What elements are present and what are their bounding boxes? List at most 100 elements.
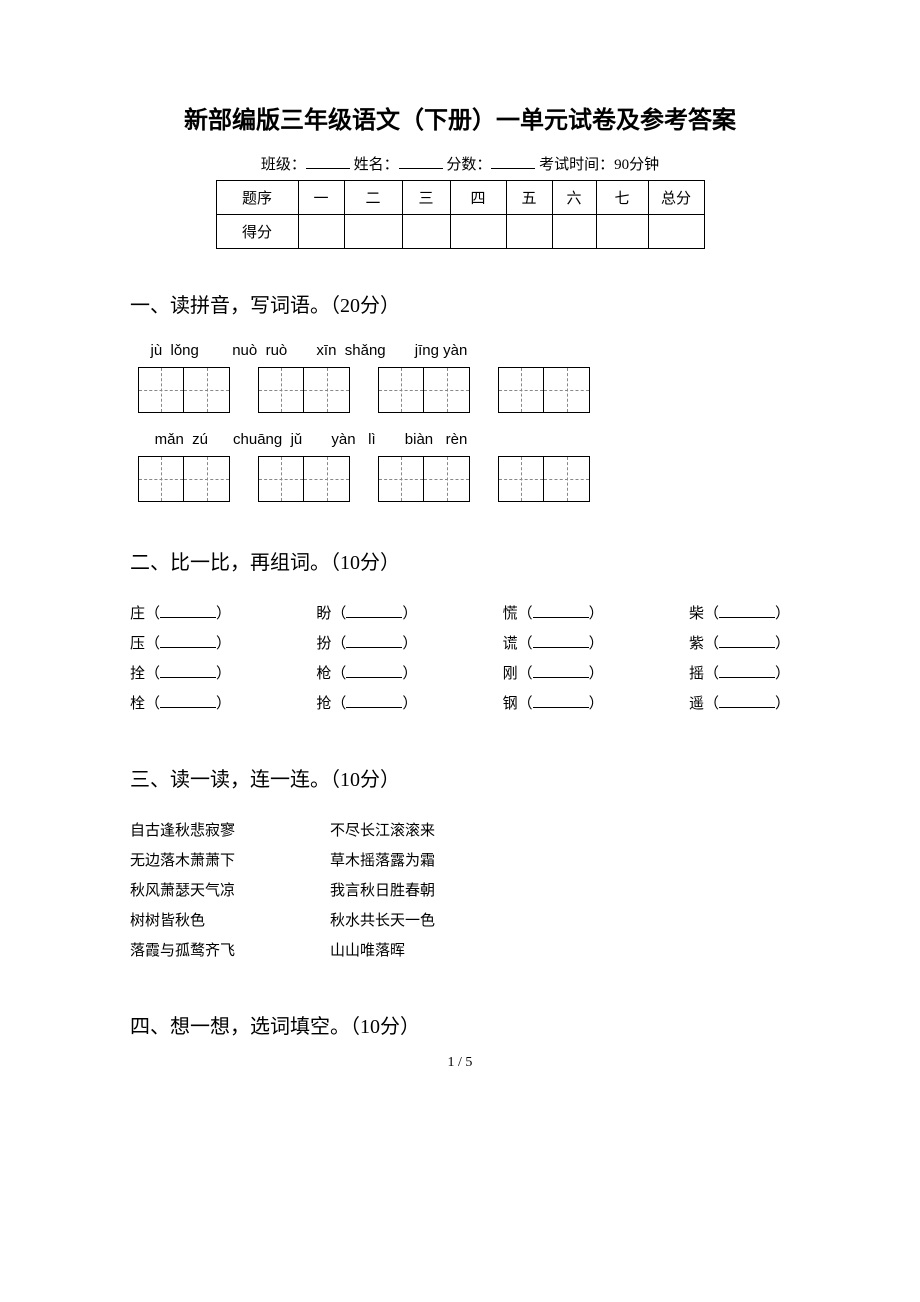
char-box-pair[interactable] [258,456,350,502]
match-left: 秋风萧瑟天气凉 [130,876,330,906]
fill-blank[interactable] [160,634,216,648]
match-right: 秋水共长天一色 [330,906,435,936]
close-paren: ） [402,606,417,622]
close-paren: ） [216,666,231,682]
section-heading: 一、读拼音，写词语。（20分） [130,289,790,318]
score-cell[interactable] [344,215,402,249]
compare-item: 抢（） [316,689,417,719]
meta-row: 班级： 姓名： 分数： 考试时间：90分钟 [130,153,790,174]
col-header: 总分 [648,181,704,215]
col-header: 五 [506,181,552,215]
name-blank[interactable] [399,155,443,169]
score-cell[interactable] [450,215,506,249]
score-cell[interactable] [298,215,344,249]
close-paren: ） [216,606,231,622]
char-box-pair[interactable] [378,456,470,502]
score-cell[interactable] [648,215,704,249]
score-label: 分数： [446,157,491,173]
section-3: 三、读一读，连一连。（10分） 自古逢秋悲寂寥不尽长江滚滚来无边落木萧萧下草木摇… [130,763,790,966]
close-paren: ） [589,666,604,682]
page-number: 1 / 5 [130,1055,790,1071]
char-label: 压（ [130,636,160,652]
compare-grid: 庄（）盼（）慌（）柴（）压（）扮（）谎（）紫（）拴（）枪（）刚（）摇（）栓（）抢… [130,599,790,719]
section-2: 二、比一比，再组词。（10分） 庄（）盼（）慌（）柴（）压（）扮（）谎（）紫（）… [130,546,790,719]
fill-blank[interactable] [719,604,775,618]
match-left: 落霞与孤鹜齐飞 [130,936,330,966]
fill-blank[interactable] [533,694,589,708]
char-label: 柴（ [689,606,719,622]
char-label: 枪（ [316,666,346,682]
fill-blank[interactable] [160,694,216,708]
close-paren: ） [775,636,790,652]
score-cell[interactable] [506,215,552,249]
section-1: 一、读拼音，写词语。（20分） jù lǒng nuò ruò xīn shǎn… [130,289,790,502]
close-paren: ） [402,666,417,682]
compare-item: 庄（） [130,599,231,629]
compare-item: 栓（ ） [130,689,231,719]
char-label: 栓（ [130,696,160,712]
match-left: 树树皆秋色 [130,906,330,936]
row-label-2: 得分 [216,215,298,249]
match-row: 无边落木萧萧下草木摇落露为霜 [130,846,790,876]
score-cell[interactable] [596,215,648,249]
score-cell[interactable] [402,215,450,249]
char-boxes-row [138,456,790,502]
char-label: 摇（ [689,666,719,682]
fill-blank[interactable] [346,664,402,678]
char-box-pair[interactable] [378,367,470,413]
fill-blank[interactable] [719,694,775,708]
match-left: 无边落木萧萧下 [130,846,330,876]
fill-blank[interactable] [719,634,775,648]
close-paren: ） [216,696,231,712]
col-header: 二 [344,181,402,215]
pinyin-row-1: jù lǒng nuò ruò xīn shǎng jīng yàn [138,342,790,359]
compare-item: 扮（） [316,629,417,659]
close-paren: ） [775,666,790,682]
char-box-pair[interactable] [498,367,590,413]
compare-item: 摇（ ） [689,659,790,689]
compare-item: 刚（） [503,659,604,689]
compare-item: 柴（） [689,599,790,629]
fill-blank[interactable] [533,664,589,678]
compare-item: 谎（） [503,629,604,659]
close-paren: ） [216,636,231,652]
match-right: 不尽长江滚滚来 [330,816,435,846]
section-heading: 三、读一读，连一连。（10分） [130,763,790,792]
fill-blank[interactable] [533,634,589,648]
char-box-pair[interactable] [258,367,350,413]
class-blank[interactable] [306,155,350,169]
fill-blank[interactable] [160,604,216,618]
compare-item: 紫（ ） [689,629,790,659]
fill-blank[interactable] [533,604,589,618]
pinyin-row-2: mǎn zú chuāng jǔ yàn lì biàn rèn [138,431,790,448]
char-box-pair[interactable] [138,456,230,502]
compare-item: 慌（） [503,599,604,629]
time-label: 考试时间：90分钟 [539,157,659,173]
close-paren: ） [589,636,604,652]
fill-blank[interactable] [719,664,775,678]
match-row: 落霞与孤鹜齐飞山山唯落晖 [130,936,790,966]
score-blank[interactable] [491,155,535,169]
table-row: 得分 [216,215,704,249]
fill-blank[interactable] [346,694,402,708]
char-label: 钢（ [503,696,533,712]
close-paren: ） [589,606,604,622]
match-right: 我言秋日胜春朝 [330,876,435,906]
document-title: 新部编版三年级语文（下册）一单元试卷及参考答案 [130,100,790,135]
char-box-pair[interactable] [498,456,590,502]
match-left: 自古逢秋悲寂寥 [130,816,330,846]
fill-blank[interactable] [160,664,216,678]
score-cell[interactable] [552,215,596,249]
compare-item: 遥（） [689,689,790,719]
fill-blank[interactable] [346,634,402,648]
score-table: 题序 一 二 三 四 五 六 七 总分 得分 [216,180,705,249]
compare-line: 压（ ） 扮（） 谎（） 紫（ ） [130,629,790,659]
char-box-pair[interactable] [138,367,230,413]
row-label-1: 题序 [216,181,298,215]
char-label: 遥（ [689,696,719,712]
compare-item: 压（ ） [130,629,231,659]
match-row: 秋风萧瑟天气凉我言秋日胜春朝 [130,876,790,906]
char-label: 紫（ [689,636,719,652]
section-heading: 二、比一比，再组词。（10分） [130,546,790,575]
fill-blank[interactable] [346,604,402,618]
